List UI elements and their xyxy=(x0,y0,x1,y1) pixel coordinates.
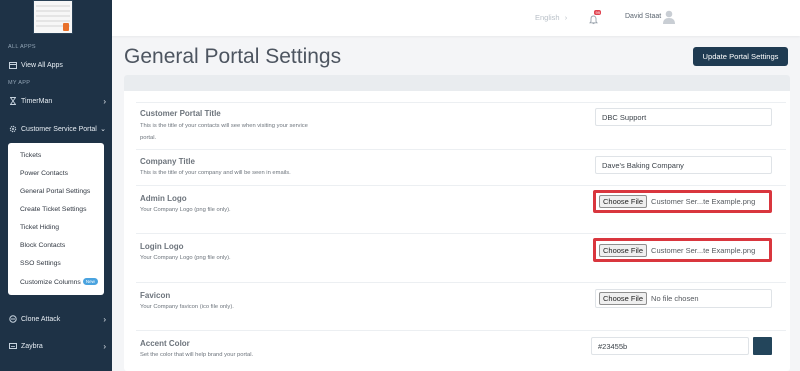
sidebar-item-view-all-apps[interactable]: View All Apps xyxy=(8,57,106,73)
customer-portal-title-input[interactable]: DBC Support xyxy=(595,108,772,126)
notifications-button[interactable]: 99 xyxy=(589,10,602,25)
language-label: English xyxy=(535,13,560,22)
admin-logo-file-input[interactable]: Choose File Customer Ser...te Example.pn… xyxy=(593,190,772,213)
update-portal-settings-button[interactable]: Update Portal Settings xyxy=(693,47,788,66)
sidebar-item-label: TimerMan xyxy=(21,97,53,105)
sidebar-item-customer-service-portal[interactable]: Customer Service Portal ⌄ xyxy=(8,121,106,137)
favicon-file-name: No file chosen xyxy=(651,294,699,303)
bell-icon xyxy=(589,15,598,25)
card-header-band xyxy=(124,75,790,91)
company-title-description: This is the title of your company and wi… xyxy=(140,170,291,176)
submenu-item-block-contacts[interactable]: Block Contacts xyxy=(20,242,65,249)
chevron-right-icon: › xyxy=(103,314,106,324)
admin-logo-choose-file-button[interactable]: Choose File xyxy=(599,195,648,208)
apps-icon xyxy=(8,61,17,69)
accent-color-swatch[interactable] xyxy=(753,337,772,355)
company-title-input[interactable]: Dave's Baking Company xyxy=(595,156,772,174)
my-app-heading: MY APP xyxy=(8,80,31,86)
customer-portal-title-label: Customer Portal Title xyxy=(140,109,221,118)
accent-color-input[interactable]: #23455b xyxy=(591,337,749,355)
chevron-right-icon: › xyxy=(103,96,106,106)
submenu-item-customize-columns[interactable]: Customize Columns New xyxy=(20,278,98,286)
sidebar-item-clone-attack[interactable]: Clone Attack › xyxy=(8,311,106,327)
chevron-right-icon: › xyxy=(564,13,568,22)
login-logo-file-input[interactable]: Choose File Customer Ser...te Example.pn… xyxy=(593,238,772,262)
accent-color-label: Accent Color xyxy=(140,339,190,348)
submenu-item-general-portal-settings[interactable]: General Portal Settings xyxy=(20,188,90,195)
app-preview-thumbnail[interactable] xyxy=(33,0,73,34)
sidebar-item-zaybra[interactable]: Zaybra › xyxy=(8,338,106,354)
chevron-down-icon: ⌄ xyxy=(100,126,106,133)
favicon-label: Favicon xyxy=(140,291,171,300)
admin-logo-description: Your Company Logo (png file only). xyxy=(140,207,231,213)
avatar-icon[interactable] xyxy=(662,9,676,25)
company-title-label: Company Title xyxy=(140,157,195,166)
sidebar-item-timerman[interactable]: TimerMan › xyxy=(8,93,106,109)
sidebar-item-label: Clone Attack xyxy=(21,315,61,323)
keyboard-icon xyxy=(8,342,17,350)
login-logo-description: Your Company Logo (png file only). xyxy=(140,255,231,261)
new-badge: New xyxy=(82,278,98,285)
submenu-item-tickets[interactable]: Tickets xyxy=(20,152,41,159)
favicon-description: Your Company favicon (ico file only). xyxy=(140,304,234,310)
submenu-item-label: Customize Columns xyxy=(20,279,81,286)
sidebar-item-label: View All Apps xyxy=(21,61,63,69)
all-apps-heading: ALL APPS xyxy=(8,44,36,50)
sidebar-item-label: Zaybra xyxy=(21,342,43,350)
admin-logo-label: Admin Logo xyxy=(140,194,187,203)
accent-color-description: Set the color that will help brand your … xyxy=(140,352,254,358)
chevron-right-icon: › xyxy=(103,341,106,351)
top-bar xyxy=(112,0,800,36)
submenu-item-ticket-hiding[interactable]: Ticket Hiding xyxy=(20,224,59,231)
page-title: General Portal Settings xyxy=(124,45,342,68)
submenu-item-create-ticket-settings[interactable]: Create Ticket Settings xyxy=(20,206,87,213)
submenu-item-power-contacts[interactable]: Power Contacts xyxy=(20,170,68,177)
customer-portal-title-description: This is the title of your contacts will … xyxy=(140,123,308,141)
submenu-item-sso-settings[interactable]: SSO Settings xyxy=(20,260,61,267)
admin-logo-file-name: Customer Ser...te Example.png xyxy=(651,197,756,206)
favicon-file-input[interactable]: Choose File No file chosen xyxy=(595,289,772,308)
sidebar-item-label: Customer Service Portal xyxy=(21,125,97,133)
user-name[interactable]: David Staat xyxy=(625,13,661,20)
notification-count-badge: 99 xyxy=(594,10,602,15)
sidebar: ALL APPS View All Apps MY APP TimerMan ›… xyxy=(0,0,112,371)
hourglass-icon xyxy=(8,97,17,105)
login-logo-file-name: Customer Ser...te Example.png xyxy=(651,245,756,255)
gear-icon xyxy=(8,125,17,133)
login-logo-choose-file-button[interactable]: Choose File xyxy=(599,243,648,257)
favicon-choose-file-button[interactable]: Choose File xyxy=(599,292,648,305)
portal-submenu: Tickets Power Contacts General Portal Se… xyxy=(8,143,104,295)
language-selector[interactable]: English › xyxy=(535,13,567,22)
clone-icon xyxy=(8,315,17,323)
login-logo-label: Login Logo xyxy=(140,242,184,251)
